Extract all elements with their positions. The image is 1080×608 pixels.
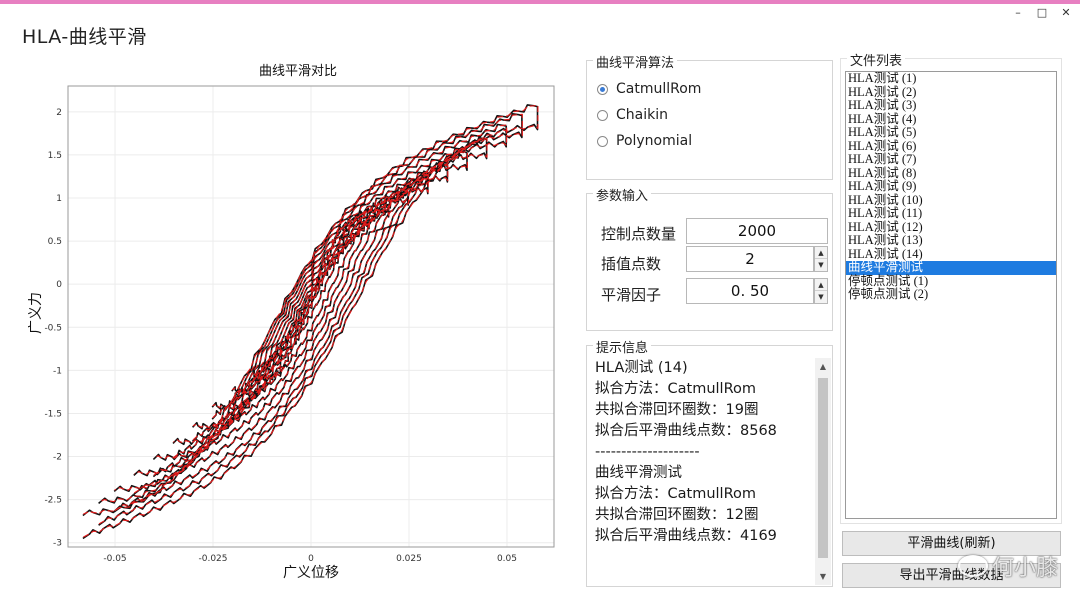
message-line: 共拟合滞回环圈数：12圈	[595, 507, 759, 523]
radio-catmullrom[interactable]: CatmullRom	[597, 81, 701, 97]
interp-points-label: 插值点数	[601, 255, 662, 273]
control-points-label: 控制点数量	[601, 225, 677, 243]
interp-points-spin[interactable]: ▲ ▼	[814, 246, 828, 272]
x-tick-label: -0.025	[199, 554, 228, 564]
y-tick-label: -0.5	[44, 323, 62, 333]
y-tick-label: 1.5	[48, 151, 62, 161]
spin-up-icon[interactable]: ▲	[815, 247, 827, 259]
radio-chaikin[interactable]: Chaikin	[597, 107, 668, 123]
messages-group-title: 提示信息	[593, 337, 652, 356]
message-line: HLA测试 (14)	[595, 360, 688, 376]
y-tick-label: -3	[53, 539, 62, 549]
scroll-thumb[interactable]	[818, 378, 828, 558]
control-points-input[interactable]: 2000	[686, 218, 828, 244]
y-tick-label: -2	[53, 453, 62, 463]
radio-label: Polynomial	[616, 133, 693, 149]
scroll-up-icon[interactable]: ▲	[815, 358, 831, 375]
algorithm-group-title: 曲线平滑算法	[593, 52, 678, 71]
raw-hysteresis-loop	[172, 163, 449, 460]
message-line: 拟合方法：CatmullRom	[595, 381, 756, 397]
spin-up-icon[interactable]: ▲	[815, 279, 827, 291]
x-tick-label: -0.05	[103, 554, 126, 564]
messages-scrollbar[interactable]: ▲ ▼	[815, 358, 831, 585]
watermark-logo-icon	[957, 555, 988, 577]
raw-hysteresis-loop	[98, 112, 523, 526]
x-tick-label: 0	[308, 554, 314, 564]
messages-group: 提示信息 HLA测试 (14) 拟合方法：CatmullRom 共拟合滞回环圈数：1…	[586, 337, 833, 587]
series-layer	[82, 104, 539, 540]
watermark-text: 何小膝	[991, 556, 1058, 581]
file-list-item[interactable]: HLA测试 (9)	[846, 179, 1056, 194]
file-list-item[interactable]: HLA测试 (4)	[846, 112, 1056, 127]
file-list-item[interactable]: HLA测试 (10)	[846, 193, 1056, 208]
raw-hysteresis-loop	[82, 104, 539, 540]
file-list-item[interactable]: HLA测试 (6)	[846, 139, 1056, 154]
radio-label: Chaikin	[616, 107, 668, 123]
file-list-item[interactable]: HLA测试 (8)	[846, 166, 1056, 181]
chart-title: 曲线平滑对比	[259, 64, 337, 79]
spin-down-icon[interactable]: ▼	[815, 259, 827, 271]
smooth-factor-stepper[interactable]: 0. 50	[686, 278, 814, 304]
message-line: 拟合后平滑曲线点数：8568	[595, 423, 777, 439]
file-listbox[interactable]: HLA测试 (1) HLA测试 (2) HLA测试 (3) HLA测试 (4) HLA测…	[845, 71, 1057, 519]
radio-unchecked-icon[interactable]	[597, 109, 608, 121]
y-tick-label: 0	[56, 280, 62, 290]
minimize-icon[interactable]: –	[1012, 6, 1024, 19]
file-list-item[interactable]: HLA测试 (2)	[846, 85, 1056, 100]
radio-unchecked-icon[interactable]	[597, 135, 608, 147]
file-list-item[interactable]: HLA测试 (7)	[846, 152, 1056, 167]
message-line: 曲线平滑测试	[595, 465, 682, 481]
file-list-item[interactable]: HLA测试 (3)	[846, 98, 1056, 113]
hysteresis-chart[interactable]: 曲线平滑对比 -0.05 -0.025 0 0.025 0.05 2 1.5 1 0.5 0 -0.…	[28, 58, 568, 588]
watermark: 何小膝	[957, 550, 1058, 582]
params-group: 参数输入 控制点数量 2000 插值点数 2 ▲ ▼ 平滑因子 0. 50 ▲ …	[586, 185, 833, 331]
window-accent-bar	[0, 0, 1080, 4]
interp-points-stepper[interactable]: 2	[686, 246, 814, 272]
file-list-item[interactable]: HLA测试 (14)	[846, 247, 1056, 262]
algorithm-group: 曲线平滑算法 CatmullRom Chaikin Polynomial	[586, 52, 833, 180]
y-tick-label: 0.5	[48, 237, 62, 247]
smooth-factor-spin[interactable]: ▲ ▼	[814, 278, 828, 304]
file-list-item[interactable]: HLA测试 (1)	[846, 72, 1056, 86]
y-tick-label: 2	[56, 108, 62, 118]
message-line: --------------------	[595, 444, 700, 460]
message-line: 共拟合滞回环圈数：19圈	[595, 402, 759, 418]
params-group-title: 参数输入	[593, 185, 652, 204]
message-line: 拟合后平滑曲线点数：4169	[595, 528, 777, 544]
radio-label: CatmullRom	[616, 81, 702, 97]
files-group: 文件列表 HLA测试 (1) HLA测试 (2) HLA测试 (3) HLA测试 (4…	[840, 50, 1062, 524]
close-icon[interactable]: ✕	[1060, 6, 1072, 19]
y-axis-label: 广义力	[28, 292, 44, 334]
file-list-item[interactable]: HLA测试 (5)	[846, 125, 1056, 140]
x-tick-label: 0.05	[497, 554, 517, 564]
spin-down-icon[interactable]: ▼	[815, 291, 827, 303]
y-tick-label: 1	[56, 194, 62, 204]
smooth-factor-label: 平滑因子	[601, 286, 662, 304]
radio-polynomial[interactable]: Polynomial	[597, 133, 692, 149]
file-list-item[interactable]: 停顿点测试 (1)	[846, 274, 1056, 289]
message-line: 拟合方法：CatmullRom	[595, 486, 756, 502]
x-axis-label: 广义位移	[283, 565, 339, 581]
y-tick-label: -1.5	[44, 409, 62, 419]
window-title: HLA-曲线平滑	[22, 26, 147, 48]
file-list-item[interactable]: HLA测试 (12)	[846, 220, 1056, 235]
file-list-item[interactable]: 停顿点测试 (2)	[846, 287, 1056, 302]
file-list-item[interactable]: 曲线平滑测试	[846, 260, 1056, 275]
files-group-title: 文件列表	[847, 50, 906, 69]
file-list-item[interactable]: HLA测试 (13)	[846, 233, 1056, 248]
window-controls: – □ ✕	[1012, 6, 1072, 19]
radio-checked-icon[interactable]	[597, 83, 608, 95]
y-tick-label: -1	[53, 366, 62, 376]
file-list-item[interactable]: HLA测试 (11)	[846, 206, 1056, 221]
y-tick-label: -2.5	[44, 496, 62, 506]
scroll-down-icon[interactable]: ▼	[815, 568, 831, 585]
chart-canvas: 曲线平滑对比 -0.05 -0.025 0 0.025 0.05 2 1.5 1 0.5 0 -0.…	[28, 64, 555, 581]
messages-textarea[interactable]: HLA测试 (14) 拟合方法：CatmullRom 共拟合滞回环圈数：19圈拟合后…	[588, 358, 814, 585]
x-tick-label: 0.025	[396, 554, 422, 564]
maximize-icon[interactable]: □	[1036, 6, 1048, 19]
